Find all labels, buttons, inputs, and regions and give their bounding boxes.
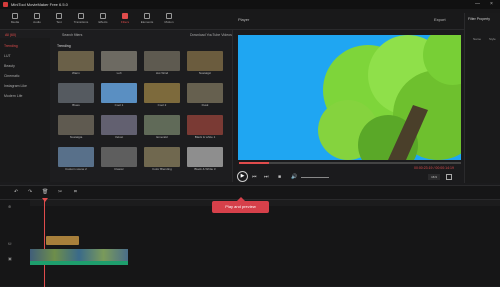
- audio-tab[interactable]: Audio: [26, 11, 48, 29]
- filter-item[interactable]: Cool 2: [144, 83, 180, 107]
- filter-item[interactable]: Lofi: [101, 51, 137, 75]
- fullscreen-icon[interactable]: [446, 174, 452, 180]
- filter-item[interactable]: Black & white 1: [187, 115, 223, 139]
- video-preview: [238, 35, 461, 160]
- effects-icon: [100, 13, 106, 19]
- volume-slider[interactable]: [301, 177, 329, 178]
- play-button[interactable]: ▶: [237, 171, 248, 182]
- close-button[interactable]: ×: [490, 1, 493, 7]
- transitions-tab[interactable]: Transitions: [70, 11, 92, 29]
- progress-fill: [239, 162, 269, 164]
- category-list: Trending LUT Beauty Cinematic Instagram …: [0, 38, 50, 182]
- motion-tab[interactable]: Motion: [158, 11, 180, 29]
- stop-icon[interactable]: ■: [278, 174, 281, 180]
- section-title: Trending: [57, 44, 71, 48]
- transitions-icon: [78, 13, 84, 19]
- filter-item[interactable]: Warm: [58, 51, 94, 75]
- download-youtube-link[interactable]: Download YouTube Videos: [190, 33, 232, 37]
- playhead-handle[interactable]: [42, 198, 48, 202]
- category-item[interactable]: Beauty: [4, 64, 15, 68]
- name-tab[interactable]: Name: [473, 37, 481, 41]
- player-header: Player Export: [234, 13, 464, 25]
- step-forward-icon[interactable]: ⏭: [264, 174, 269, 180]
- audio-icon: [34, 13, 40, 19]
- tooltip: Play and preview: [212, 197, 269, 213]
- progress-track[interactable]: [239, 162, 461, 164]
- filter-item[interactable]: Black & White 3: [187, 147, 223, 171]
- player-controls: ▶ ⏮ ⏭ ■ 🔊 00:00:23:19 / 00:00:14:19 16:9: [234, 160, 464, 184]
- export-button[interactable]: Export: [434, 17, 446, 22]
- category-item[interactable]: Modern Life: [4, 94, 22, 98]
- filter-item[interactable]: Dusk: [187, 83, 223, 107]
- step-back-icon[interactable]: ⏮: [252, 174, 257, 180]
- lock-icon[interactable]: ⛁: [8, 241, 11, 246]
- crop-icon[interactable]: ⌗: [74, 189, 77, 195]
- filter-item[interactable]: Velvet: [101, 115, 137, 139]
- volume-icon[interactable]: 🔊: [291, 174, 297, 180]
- text-tab[interactable]: Text: [48, 11, 70, 29]
- aspect-ratio-select[interactable]: 16:9: [428, 174, 440, 180]
- filter-item[interactable]: Color Blending: [144, 147, 180, 171]
- motion-icon: [166, 13, 172, 19]
- category-item[interactable]: LUT: [4, 54, 11, 58]
- elements-tab[interactable]: Elements: [136, 11, 158, 29]
- filter-item[interactable]: Blues: [58, 83, 94, 107]
- category-item[interactable]: Cinematic: [4, 74, 20, 78]
- split-icon[interactable]: ✂: [58, 189, 62, 195]
- filter-clip[interactable]: [46, 236, 79, 245]
- media-tab[interactable]: Media: [4, 11, 26, 29]
- filters-icon: [122, 13, 128, 19]
- redo-icon[interactable]: ↷: [28, 189, 32, 195]
- video-track-icon[interactable]: ▣: [8, 256, 12, 261]
- text-icon: [56, 13, 62, 19]
- property-title: Filter Property: [468, 17, 490, 21]
- window-title: MiniTool MovieMaker Free 6.5.0: [11, 2, 68, 7]
- video-clip[interactable]: [30, 249, 128, 265]
- player-title: Player: [238, 17, 250, 22]
- undo-icon[interactable]: ↶: [14, 189, 18, 195]
- playhead[interactable]: [44, 199, 45, 287]
- minimize-button[interactable]: —: [475, 1, 480, 7]
- delete-icon[interactable]: 🗑: [42, 189, 48, 195]
- filter-item[interactable]: Nostalgia: [58, 115, 94, 139]
- property-panel: Filter Property Name Style: [464, 13, 500, 183]
- filter-item[interactable]: Classic: [101, 147, 137, 171]
- zoom-icon[interactable]: ⊕: [8, 204, 11, 209]
- filter-item[interactable]: Hot Wind: [144, 51, 180, 75]
- style-tab[interactable]: Style: [489, 37, 496, 41]
- effects-tab[interactable]: Effects: [92, 11, 114, 29]
- filter-item[interactable]: Cool 1: [101, 83, 137, 107]
- all-filter[interactable]: All (60): [5, 33, 16, 37]
- search-filters[interactable]: Search filters: [62, 33, 82, 37]
- time-display: 00:00:23:19 / 00:00:14:19: [414, 166, 454, 170]
- filter-item[interactable]: Emerald: [144, 115, 180, 139]
- title-bar: MiniTool MovieMaker Free 6.5.0 — ×: [0, 0, 500, 9]
- media-icon: [12, 13, 18, 19]
- filters-tab[interactable]: Filters: [114, 11, 136, 29]
- elements-icon: [144, 13, 150, 19]
- category-item[interactable]: Instagram Like: [4, 84, 27, 88]
- category-item[interactable]: Trending: [4, 44, 18, 48]
- app-logo-icon: [3, 2, 8, 7]
- filter-item[interactable]: Custom scene 2: [58, 147, 94, 171]
- filter-item[interactable]: Nostalgic: [187, 51, 223, 75]
- tree-image: [238, 35, 461, 160]
